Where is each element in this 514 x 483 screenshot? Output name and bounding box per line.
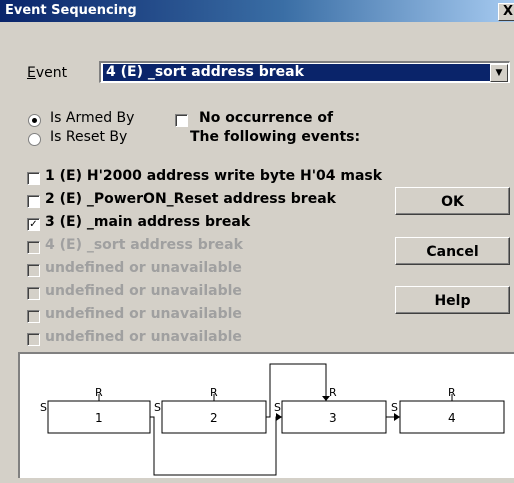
- event-select-value: 4 (E) _sort address break: [103, 64, 490, 81]
- reset-radio[interactable]: [28, 133, 41, 146]
- box-4-reset-label: R: [448, 386, 456, 399]
- event-label-6: undefined or unavailable: [45, 283, 242, 299]
- event-select[interactable]: 4 (E) _sort address break ▼: [99, 61, 510, 83]
- event-label-4: 4 (E) _sort address break: [45, 237, 243, 253]
- event-label-7: undefined or unavailable: [45, 306, 242, 322]
- reset-label-text: Is Reset By: [50, 129, 128, 145]
- armed-radio[interactable]: [28, 114, 41, 127]
- event-label-3[interactable]: 3 (E) _main address break: [45, 214, 250, 230]
- event-label-accel: E: [27, 65, 36, 81]
- no-occurrence-label[interactable]: No occurrence of: [199, 110, 333, 126]
- armed-label[interactable]: Is Armed By: [50, 110, 134, 126]
- no-occurrence-checkbox[interactable]: [175, 114, 188, 127]
- reset-label[interactable]: Is Reset By: [50, 129, 127, 145]
- event-checkbox-4: [27, 241, 40, 254]
- following-events-label: The following events:: [190, 129, 361, 145]
- connector-1-to-3-set: [150, 416, 282, 476]
- box-2-label: 2: [210, 411, 218, 425]
- box-2-set-label: S: [154, 401, 161, 414]
- close-button[interactable]: X: [498, 3, 514, 21]
- box-1-set-label: S: [40, 401, 47, 414]
- title-bar: Event Sequencing X: [0, 0, 514, 22]
- ok-button[interactable]: OK: [395, 187, 510, 215]
- event-label-8: undefined or unavailable: [45, 329, 242, 345]
- event-label-rest: vent: [35, 65, 68, 81]
- help-button[interactable]: Help: [395, 286, 510, 314]
- box-4-set-label: S: [391, 401, 398, 414]
- event-checkbox-5: [27, 264, 40, 277]
- event-checkbox-3[interactable]: ✓: [27, 218, 40, 231]
- box-1-label: 1: [95, 411, 103, 425]
- event-label-5: undefined or unavailable: [45, 260, 242, 276]
- event-label-1[interactable]: 1 (E) H'2000 address write byte H'04 mas…: [45, 168, 382, 184]
- chevron-down-icon[interactable]: ▼: [490, 64, 508, 82]
- event-label-2[interactable]: 2 (E) _PowerON_Reset address break: [45, 191, 336, 207]
- box-2-reset-label: R: [210, 386, 218, 399]
- cancel-button[interactable]: Cancel: [395, 237, 510, 265]
- box-4-label: 4: [448, 411, 456, 425]
- box-1-reset-label: R: [95, 386, 103, 399]
- window-title: Event Sequencing: [5, 3, 137, 18]
- box-3-reset-label: R: [329, 386, 337, 399]
- event-checkbox-1[interactable]: [27, 172, 40, 185]
- box-3-set-label: S: [274, 401, 281, 414]
- armed-label-text: Is Armed By: [50, 110, 135, 126]
- event-checkbox-7: [27, 310, 40, 323]
- event-checkbox-8: [27, 333, 40, 346]
- event-label: Event: [27, 65, 67, 81]
- event-checkbox-2[interactable]: [27, 195, 40, 208]
- box-3-label: 3: [329, 411, 337, 425]
- sequence-diagram: S R 1 S R 2 S R 3 S R 4: [18, 352, 514, 478]
- event-checkbox-6: [27, 287, 40, 300]
